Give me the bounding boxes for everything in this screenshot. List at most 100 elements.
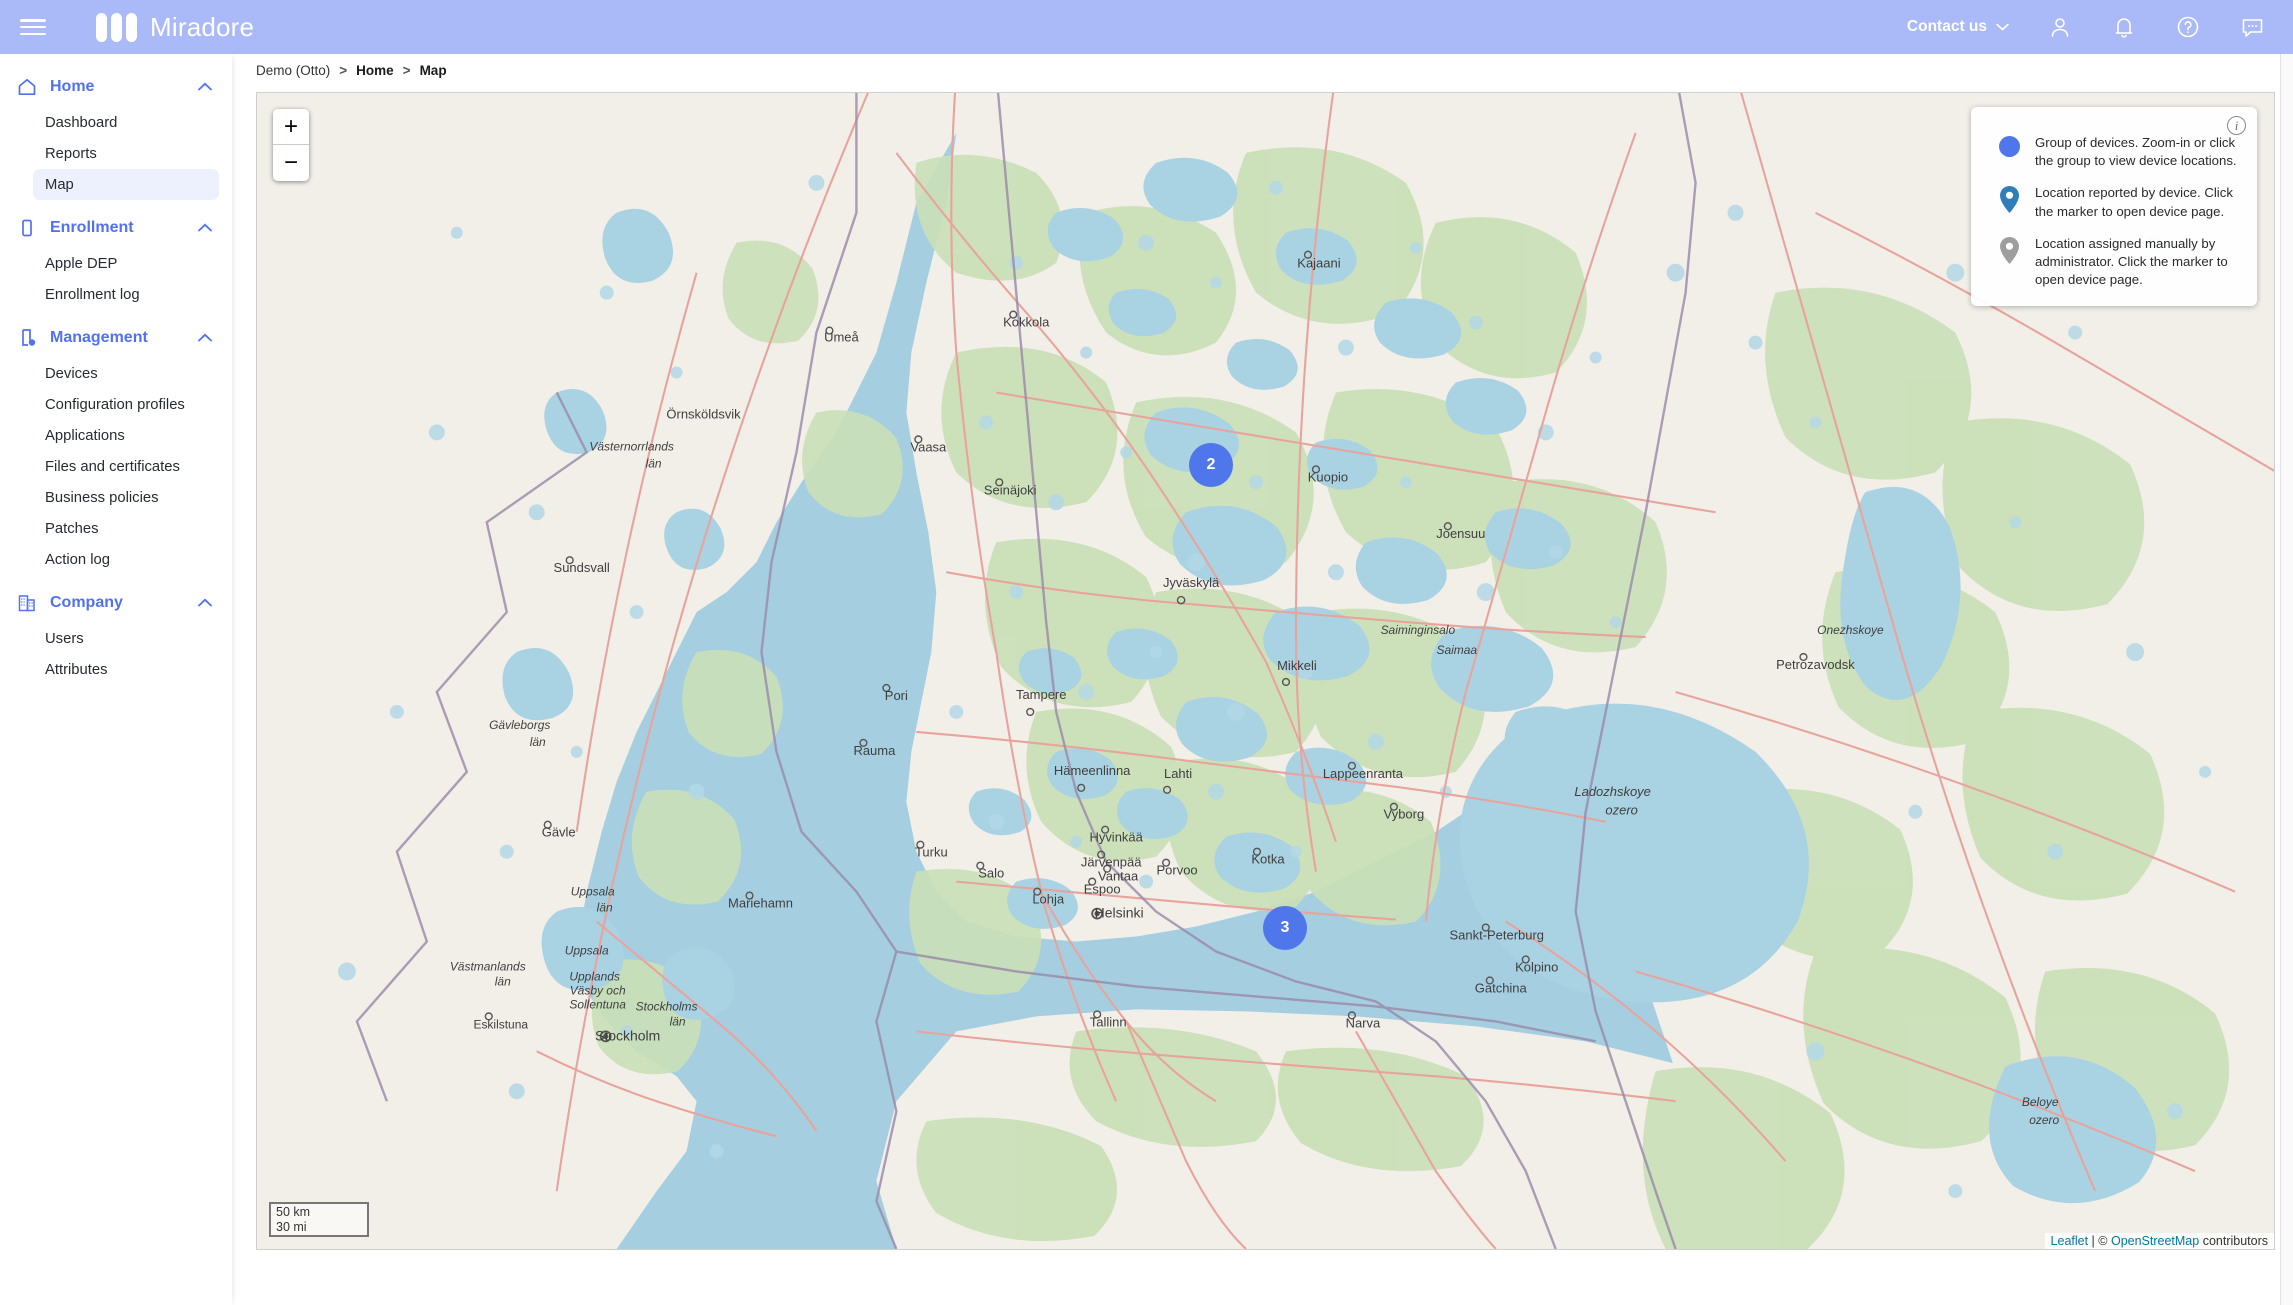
zoom-in-button[interactable]: + <box>273 109 309 145</box>
map-label: Mikkeli <box>1277 658 1317 673</box>
map-label: Väsby och <box>570 983 626 997</box>
sidebar-group-label: Company <box>50 593 123 611</box>
map-label: Rauma <box>853 743 896 758</box>
leaflet-link[interactable]: Leaflet <box>2051 1234 2089 1248</box>
sidebar-group-enrollment[interactable]: Enrollment <box>0 207 232 248</box>
attribution-tail: contributors <box>2199 1234 2268 1248</box>
contact-us-label: Contact us <box>1906 18 1987 35</box>
map-label: Kajaani <box>1297 256 1340 271</box>
map-zoom-control[interactable]: + − <box>273 109 309 181</box>
map-canvas[interactable]: Kajaani Kokkola Umeå Örnsköldsvik Vaasa Kuopi… <box>256 92 2275 1250</box>
sidebar-item-enrollment-log[interactable]: Enrollment log <box>33 279 219 310</box>
page-vertical-scrollbar[interactable] <box>2280 54 2293 1305</box>
legend-entry-manual: Location assigned manually by administra… <box>1987 235 2241 290</box>
map-label: Västernorrlands <box>589 439 674 453</box>
map-label: Uppsala <box>571 885 615 899</box>
sidebar-item-action-log[interactable]: Action log <box>33 544 219 575</box>
info-icon[interactable]: i <box>2227 116 2246 135</box>
openstreetmap-link[interactable]: OpenStreetMap <box>2111 1234 2199 1248</box>
map-label: Gatchina <box>1475 980 1528 995</box>
bell-icon[interactable] <box>2111 14 2137 40</box>
building-icon <box>16 592 38 614</box>
chevron-up-icon[interactable] <box>198 78 212 96</box>
zoom-out-button[interactable]: − <box>273 145 309 181</box>
legend-entry-group-text: Group of devices. Zoom-in or click the g… <box>2035 135 2237 169</box>
map-label: Vaasa <box>910 439 947 454</box>
map-label: Pori <box>885 688 908 703</box>
breadcrumb-page: Map <box>419 62 447 78</box>
chevron-up-icon[interactable] <box>198 329 212 347</box>
map-label: Porvoo <box>1157 863 1198 878</box>
map-label: Espoo <box>1084 882 1121 897</box>
map-label: Narva <box>1346 1015 1381 1030</box>
sidebar-item-apple-dep[interactable]: Apple DEP <box>33 248 219 279</box>
user-icon[interactable] <box>2047 14 2073 40</box>
map-label: Hämeenlinna <box>1054 763 1131 778</box>
sidebar-group-company[interactable]: Company <box>0 582 232 623</box>
top-header-bar: Miradore Contact us <box>0 0 2293 54</box>
map-label: Kotka <box>1251 852 1285 867</box>
map-label: Tallinn <box>1090 1014 1127 1029</box>
sidebar-item-devices[interactable]: Devices <box>33 358 219 389</box>
map-label: ozero <box>1605 803 1637 818</box>
breadcrumb: Demo (Otto) > Home > Map <box>232 54 2293 86</box>
map-cluster-marker[interactable]: 3 <box>1263 906 1307 950</box>
cluster-dot-icon <box>1997 134 2021 157</box>
map-cluster-marker[interactable]: 2 <box>1189 443 1233 487</box>
map-label: Gävle <box>542 825 576 840</box>
home-icon <box>16 76 38 98</box>
sidebar-item-reports[interactable]: Reports <box>33 138 219 169</box>
map-label: Eskilstuna <box>473 1017 528 1031</box>
map-label: Sollentuna <box>569 997 626 1011</box>
breadcrumb-section[interactable]: Home <box>356 63 394 78</box>
map-label: Lahti <box>1164 766 1192 781</box>
chat-icon[interactable] <box>2239 14 2265 40</box>
sidebar-item-configuration-profiles[interactable]: Configuration profiles <box>33 389 219 420</box>
sidebar-group-management[interactable]: Management <box>0 317 232 358</box>
sidebar-item-files-and-certificates[interactable]: Files and certificates <box>33 451 219 482</box>
map-label: Ladozhskoye <box>1574 784 1650 799</box>
sidebar-item-dashboard[interactable]: Dashboard <box>33 107 219 138</box>
map-label: Kuopio <box>1308 469 1348 484</box>
chevron-down-icon <box>1996 18 2009 36</box>
sidebar-item-attributes[interactable]: Attributes <box>33 654 219 685</box>
map-label: Örnsköldsvik <box>666 406 741 421</box>
map-legend-panel: i Group of devices. Zoom-in or click the… <box>1971 107 2257 306</box>
sidebar-item-users[interactable]: Users <box>33 623 219 654</box>
brand-logo[interactable]: Miradore <box>96 12 254 43</box>
sidebar-item-map[interactable]: Map <box>33 169 219 200</box>
map-attribution: Leaflet | © OpenStreetMap contributors <box>2044 1233 2274 1249</box>
map-label: Jyväskylä <box>1163 575 1220 590</box>
map-label: Saimaa <box>1437 643 1478 657</box>
map-label: Helsinki <box>1095 905 1144 921</box>
sidebar-item-patches[interactable]: Patches <box>33 513 219 544</box>
chevron-up-icon[interactable] <box>198 594 212 612</box>
legend-entry-group: Group of devices. Zoom-in or click the g… <box>1987 134 2241 170</box>
sidebar-item-applications[interactable]: Applications <box>33 420 219 451</box>
breadcrumb-tenant[interactable]: Demo (Otto) <box>256 63 330 78</box>
main-content: Demo (Otto) > Home > Map Kajaani Kokkola… <box>232 54 2293 1305</box>
map-label: Vyborg <box>1384 807 1425 822</box>
map-label: Sankt-Peterburg <box>1450 928 1544 943</box>
legend-entry-reported: Location reported by device. Click the m… <box>1987 184 2241 220</box>
map-label: Kolpino <box>1515 959 1558 974</box>
map-label: Järvenpää <box>1081 855 1142 870</box>
sidebar-item-business-policies[interactable]: Business policies <box>33 482 219 513</box>
map-label: Västmanlands <box>450 959 526 973</box>
map-label: Umeå <box>824 330 859 345</box>
map-label: Lappeenranta <box>1323 766 1404 781</box>
device-icon <box>16 217 38 239</box>
map-label: Kokkola <box>1003 315 1050 330</box>
map-scale-metric: 50 km <box>269 1202 369 1220</box>
chevron-up-icon[interactable] <box>198 219 212 237</box>
header-actions: Contact us <box>1907 14 2293 40</box>
map-pin-grey-icon <box>1997 235 2021 264</box>
legend-entry-manual-text: Location assigned manually by administra… <box>2035 235 2228 288</box>
map-label: Beloye <box>2022 1095 2059 1109</box>
contact-us-dropdown[interactable]: Contact us <box>1907 18 2009 36</box>
sidebar-group-home[interactable]: Home <box>0 66 232 107</box>
hamburger-menu-icon[interactable] <box>20 17 46 37</box>
map-label: Mariehamn <box>728 896 793 911</box>
help-icon[interactable] <box>2175 14 2201 40</box>
